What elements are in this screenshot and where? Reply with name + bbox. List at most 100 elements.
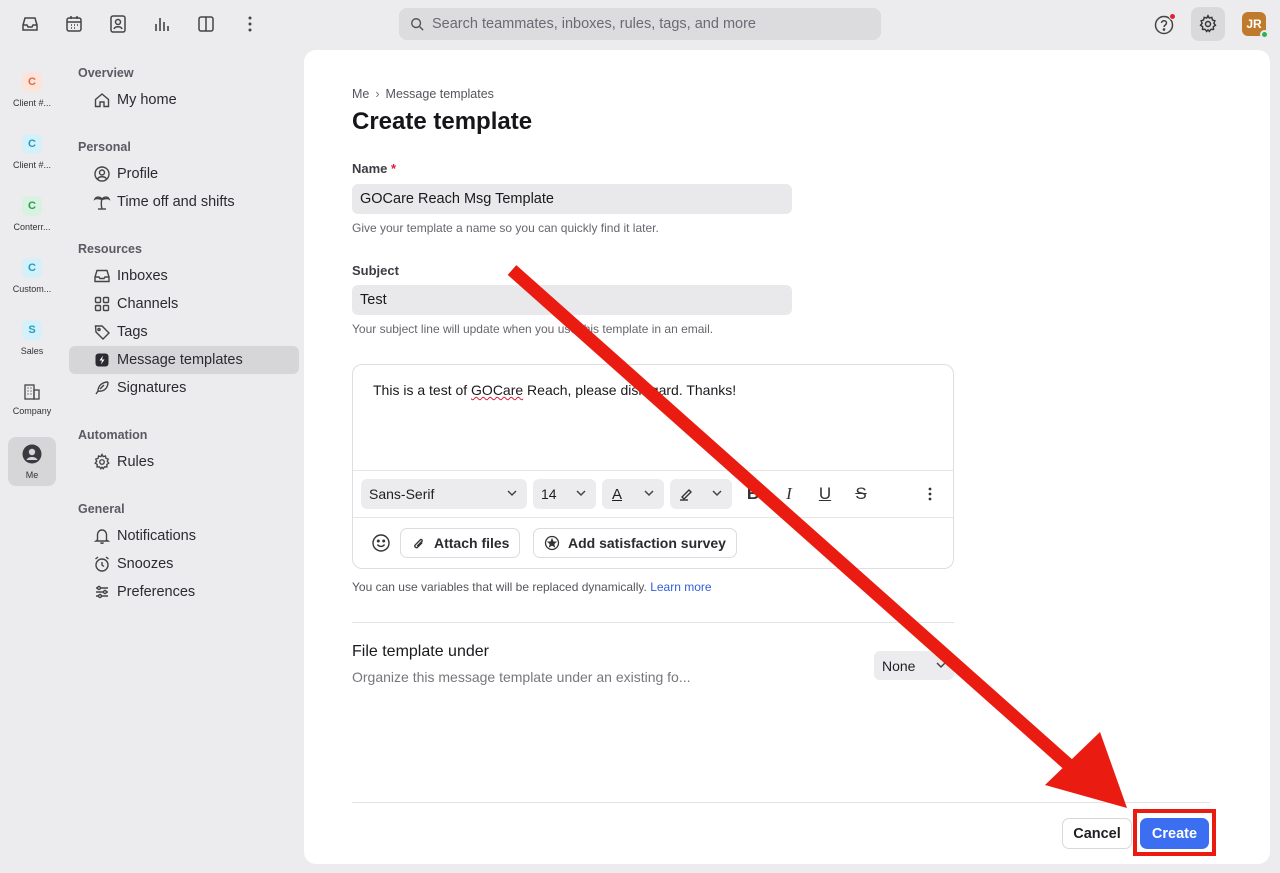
workspace-badge: C — [22, 196, 42, 216]
more-options-button[interactable] — [918, 482, 942, 506]
inbox-icon — [93, 267, 111, 285]
sidebar-item-notifications[interactable]: Notifications — [69, 522, 299, 550]
sidebar-item-label: Time off and shifts — [117, 194, 235, 210]
avatar-initials: JR — [1246, 17, 1262, 31]
chevron-down-icon — [936, 662, 946, 669]
inbox-icon[interactable] — [18, 12, 42, 36]
highlight-color-select[interactable] — [670, 479, 732, 509]
rail-item-sales[interactable]: S Sales — [8, 308, 56, 358]
name-hint: Give your template a name so you can qui… — [352, 221, 659, 235]
person-icon — [22, 444, 42, 464]
section-title-resources: Resources — [78, 242, 142, 256]
message-editor: This is a test of GOCare Reach, please d… — [352, 364, 954, 569]
emoji-button[interactable] — [369, 531, 393, 555]
folder-select-value: None — [882, 657, 916, 674]
attach-files-button[interactable]: Attach files — [400, 528, 521, 558]
editor-body[interactable]: This is a test of GOCare Reach, please d… — [373, 382, 736, 398]
channels-grid-icon — [93, 295, 111, 313]
add-survey-label: Add satisfaction survey — [568, 535, 726, 551]
bell-icon — [93, 527, 111, 545]
rail-item-me[interactable]: Me — [8, 437, 56, 486]
add-satisfaction-survey-button[interactable]: Add satisfaction survey — [533, 528, 737, 558]
highlighter-icon — [680, 489, 692, 501]
sidebar-item-label: Tags — [117, 324, 148, 340]
font-family-select[interactable]: Sans-Serif — [361, 479, 527, 509]
analytics-icon[interactable] — [150, 12, 174, 36]
alarm-clock-icon — [93, 555, 111, 573]
lightning-template-icon — [93, 351, 111, 369]
tag-icon — [93, 323, 111, 341]
rail-item-custom[interactable]: C Custom... — [8, 246, 56, 296]
calendar-icon[interactable] — [62, 12, 86, 36]
required-asterisk: * — [391, 161, 397, 176]
folder-select[interactable]: None — [874, 651, 954, 680]
sidebar-item-my-home[interactable]: My home — [69, 86, 299, 114]
underline-button[interactable]: U — [813, 482, 837, 506]
sidebar-item-channels[interactable]: Channels — [69, 290, 299, 318]
scrollbar[interactable] — [1270, 50, 1280, 864]
sidebar-item-preferences[interactable]: Preferences — [69, 578, 299, 606]
sidebar-item-tags[interactable]: Tags — [69, 318, 299, 346]
workspace-badge: C — [22, 134, 42, 154]
strikethrough-button[interactable]: S — [849, 482, 873, 506]
rail-item-client-2[interactable]: C Client #... — [8, 122, 56, 172]
italic-button[interactable]: I — [777, 482, 801, 506]
file-under-title: File template under — [352, 643, 489, 660]
notification-dot — [1169, 13, 1176, 20]
sidebar-item-message-templates[interactable]: Message templates — [69, 346, 299, 374]
breadcrumb: Me › Message templates — [352, 87, 494, 101]
contacts-icon[interactable] — [106, 12, 130, 36]
sidebar-item-time-off[interactable]: Time off and shifts — [69, 188, 299, 216]
sidebar-item-label: Message templates — [117, 352, 243, 368]
learn-more-link[interactable]: Learn more — [650, 580, 711, 594]
sidebar-item-signatures[interactable]: Signatures — [69, 374, 299, 402]
split-view-icon[interactable] — [194, 12, 218, 36]
font-family-value: Sans-Serif — [369, 486, 435, 502]
subject-field[interactable]: Test — [352, 285, 792, 315]
sidebar-item-label: Inboxes — [117, 268, 168, 284]
rail-label: Custom... — [12, 284, 52, 294]
subject-hint: Your subject line will update when you u… — [352, 322, 714, 336]
rail-item-conterr[interactable]: C Conterr... — [8, 184, 56, 234]
sidebar-item-label: Signatures — [117, 380, 187, 396]
chevron-down-icon — [507, 490, 517, 497]
bold-button[interactable]: B — [741, 482, 765, 506]
chevron-right-icon: › — [375, 87, 380, 101]
cancel-button[interactable]: Cancel — [1062, 818, 1132, 849]
building-icon — [24, 384, 40, 400]
online-status-dot — [1260, 30, 1269, 39]
misspelled-word: GOCare — [471, 382, 524, 398]
section-divider — [352, 622, 954, 623]
search-input[interactable]: Search teammates, inboxes, rules, tags, … — [399, 8, 881, 40]
star-badge-icon — [544, 535, 560, 551]
name-field[interactable]: GOCare Reach Msg Template — [352, 184, 792, 214]
font-size-value: 14 — [541, 486, 557, 502]
sidebar-item-rules[interactable]: Rules — [69, 448, 299, 476]
user-avatar[interactable]: JR — [1242, 12, 1269, 39]
font-size-select[interactable]: 14 — [533, 479, 596, 509]
section-title-automation: Automation — [78, 428, 148, 442]
rail-item-client-1[interactable]: C Client #... — [8, 60, 56, 110]
chevron-down-icon — [576, 490, 586, 497]
sidebar-item-label: My home — [117, 92, 177, 108]
sidebar-item-profile[interactable]: Profile — [69, 160, 299, 188]
variables-hint-text: You can use variables that will be repla… — [352, 580, 647, 594]
palm-tree-icon — [93, 193, 111, 211]
rail-item-company[interactable]: Company — [8, 370, 56, 420]
sidebar-item-inboxes[interactable]: Inboxes — [69, 262, 299, 290]
breadcrumb-message-templates[interactable]: Message templates — [386, 87, 494, 101]
workspace-badge: S — [22, 320, 42, 340]
settings-button[interactable] — [1191, 7, 1225, 41]
sidebar-item-snoozes[interactable]: Snoozes — [69, 550, 299, 578]
help-button[interactable] — [1151, 12, 1177, 38]
sidebar-item-label: Preferences — [117, 584, 196, 600]
body-text: This is a test of — [373, 382, 472, 398]
workspace-badge: C — [22, 258, 42, 278]
text-color-select[interactable]: A — [602, 479, 664, 509]
section-title-overview: Overview — [78, 66, 134, 80]
profile-icon — [93, 165, 111, 183]
more-vertical-icon[interactable] — [238, 12, 262, 36]
section-title-general: General — [78, 502, 125, 516]
breadcrumb-me[interactable]: Me — [352, 87, 369, 101]
workspace-badge: C — [22, 72, 42, 92]
